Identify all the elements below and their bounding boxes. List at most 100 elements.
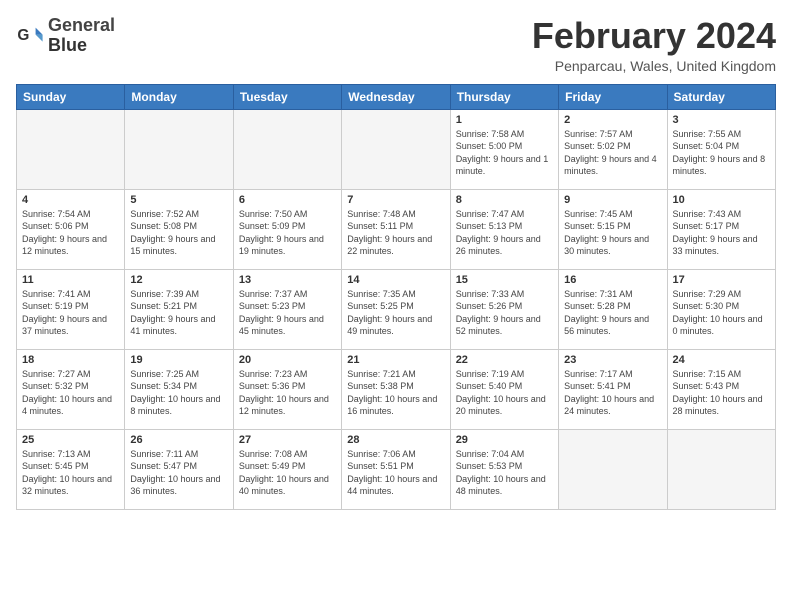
calendar-cell: 20 Sunrise: 7:23 AMSunset: 5:36 PMDayligh… [233, 349, 341, 429]
day-info: Sunrise: 7:23 AMSunset: 5:36 PMDaylight:… [239, 368, 336, 418]
calendar-cell [342, 109, 450, 189]
weekday-header: Saturday [667, 84, 775, 109]
calendar-cell: 22 Sunrise: 7:19 AMSunset: 5:40 PMDayligh… [450, 349, 558, 429]
calendar-cell: 29Sunrise: 7:04 AMSunset: 5:53 PMDayligh… [450, 429, 558, 509]
day-number: 9 [564, 194, 661, 206]
day-info: Sunrise: 7:48 AMSunset: 5:11 PMDaylight:… [347, 208, 444, 258]
calendar-cell: 16 Sunrise: 7:31 AMSunset: 5:28 PMDayligh… [559, 269, 667, 349]
day-number: 11 [22, 274, 119, 286]
day-number: 12 [130, 274, 227, 286]
day-info: Sunrise: 7:54 AMSunset: 5:06 PMDaylight:… [22, 208, 119, 258]
day-info: Sunrise: 7:39 AMSunset: 5:21 PMDaylight:… [130, 288, 227, 338]
weekday-header: Sunday [17, 84, 125, 109]
day-info: Sunrise: 7:35 AMSunset: 5:25 PMDaylight:… [347, 288, 444, 338]
calendar-cell [559, 429, 667, 509]
day-number: 18 [22, 354, 119, 366]
day-number: 19 [130, 354, 227, 366]
calendar-cell: 25Sunrise: 7:13 AMSunset: 5:45 PMDayligh… [17, 429, 125, 509]
calendar-cell: 14 Sunrise: 7:35 AMSunset: 5:25 PMDayligh… [342, 269, 450, 349]
day-number: 29 [456, 434, 553, 446]
day-info: Sunrise: 7:31 AMSunset: 5:28 PMDaylight:… [564, 288, 661, 338]
calendar-table: SundayMondayTuesdayWednesdayThursdayFrid… [16, 84, 776, 510]
day-info: Sunrise: 7:47 AMSunset: 5:13 PMDaylight:… [456, 208, 553, 258]
week-row: 4 Sunrise: 7:54 AMSunset: 5:06 PMDaylight… [17, 189, 776, 269]
day-info: Sunrise: 7:29 AMSunset: 5:30 PMDaylight:… [673, 288, 770, 338]
day-info: Sunrise: 7:17 AMSunset: 5:41 PMDaylight:… [564, 368, 661, 418]
calendar-cell: 17Sunrise: 7:29 AMSunset: 5:30 PMDayligh… [667, 269, 775, 349]
day-number: 4 [22, 194, 119, 206]
calendar-body: 1 Sunrise: 7:58 AMSunset: 5:00 PMDaylight… [17, 109, 776, 509]
calendar-cell: 4 Sunrise: 7:54 AMSunset: 5:06 PMDaylight… [17, 189, 125, 269]
day-info: Sunrise: 7:19 AMSunset: 5:40 PMDaylight:… [456, 368, 553, 418]
week-row: 1 Sunrise: 7:58 AMSunset: 5:00 PMDaylight… [17, 109, 776, 189]
day-info: Sunrise: 7:06 AMSunset: 5:51 PMDaylight:… [347, 448, 444, 498]
day-number: 24 [673, 354, 770, 366]
calendar-cell: 5 Sunrise: 7:52 AMSunset: 5:08 PMDaylight… [125, 189, 233, 269]
week-row: 18 Sunrise: 7:27 AMSunset: 5:32 PMDayligh… [17, 349, 776, 429]
day-info: Sunrise: 7:57 AMSunset: 5:02 PMDaylight:… [564, 128, 661, 178]
calendar-cell [125, 109, 233, 189]
day-number: 21 [347, 354, 444, 366]
calendar-cell: 23 Sunrise: 7:17 AMSunset: 5:41 PMDayligh… [559, 349, 667, 429]
day-info: Sunrise: 7:25 AMSunset: 5:34 PMDaylight:… [130, 368, 227, 418]
logo: G General Blue [16, 16, 115, 56]
calendar-cell: 28Sunrise: 7:06 AMSunset: 5:51 PMDayligh… [342, 429, 450, 509]
day-number: 26 [130, 434, 227, 446]
day-number: 25 [22, 434, 119, 446]
day-number: 1 [456, 114, 553, 126]
logo-line2: Blue [48, 36, 115, 56]
day-number: 3 [673, 114, 770, 126]
calendar-cell: 9Sunrise: 7:45 AMSunset: 5:15 PMDaylight… [559, 189, 667, 269]
day-info: Sunrise: 7:37 AMSunset: 5:23 PMDaylight:… [239, 288, 336, 338]
logo-text: General Blue [48, 16, 115, 56]
day-info: Sunrise: 7:43 AMSunset: 5:17 PMDaylight:… [673, 208, 770, 258]
month-title: February 2024 [532, 16, 776, 56]
day-number: 13 [239, 274, 336, 286]
calendar-cell: 21 Sunrise: 7:21 AMSunset: 5:38 PMDayligh… [342, 349, 450, 429]
calendar-cell: 11Sunrise: 7:41 AMSunset: 5:19 PMDayligh… [17, 269, 125, 349]
day-number: 2 [564, 114, 661, 126]
calendar-cell: 15 Sunrise: 7:33 AMSunset: 5:26 PMDayligh… [450, 269, 558, 349]
calendar-cell [667, 429, 775, 509]
day-info: Sunrise: 7:21 AMSunset: 5:38 PMDaylight:… [347, 368, 444, 418]
calendar-cell: 26 Sunrise: 7:11 AMSunset: 5:47 PMDayligh… [125, 429, 233, 509]
calendar-cell: 13 Sunrise: 7:37 AMSunset: 5:23 PMDayligh… [233, 269, 341, 349]
week-row: 25Sunrise: 7:13 AMSunset: 5:45 PMDayligh… [17, 429, 776, 509]
calendar-cell [17, 109, 125, 189]
day-info: Sunrise: 7:33 AMSunset: 5:26 PMDaylight:… [456, 288, 553, 338]
day-number: 14 [347, 274, 444, 286]
page-header: G General Blue February 2024 Penparcau, … [16, 16, 776, 74]
calendar-cell: 12 Sunrise: 7:39 AMSunset: 5:21 PMDayligh… [125, 269, 233, 349]
day-info: Sunrise: 7:50 AMSunset: 5:09 PMDaylight:… [239, 208, 336, 258]
day-info: Sunrise: 7:15 AMSunset: 5:43 PMDaylight:… [673, 368, 770, 418]
weekday-header: Tuesday [233, 84, 341, 109]
calendar-cell [233, 109, 341, 189]
logo-line1: General [48, 16, 115, 36]
day-number: 23 [564, 354, 661, 366]
location-title: Penparcau, Wales, United Kingdom [532, 58, 776, 74]
day-number: 8 [456, 194, 553, 206]
calendar-header: SundayMondayTuesdayWednesdayThursdayFrid… [17, 84, 776, 109]
svg-text:G: G [17, 27, 29, 44]
day-number: 27 [239, 434, 336, 446]
weekday-row: SundayMondayTuesdayWednesdayThursdayFrid… [17, 84, 776, 109]
day-number: 5 [130, 194, 227, 206]
day-info: Sunrise: 7:27 AMSunset: 5:32 PMDaylight:… [22, 368, 119, 418]
calendar-cell: 8 Sunrise: 7:47 AMSunset: 5:13 PMDaylight… [450, 189, 558, 269]
calendar-cell: 27Sunrise: 7:08 AMSunset: 5:49 PMDayligh… [233, 429, 341, 509]
day-info: Sunrise: 7:58 AMSunset: 5:00 PMDaylight:… [456, 128, 553, 178]
title-block: February 2024 Penparcau, Wales, United K… [532, 16, 776, 74]
calendar-cell: 18 Sunrise: 7:27 AMSunset: 5:32 PMDayligh… [17, 349, 125, 429]
day-info: Sunrise: 7:52 AMSunset: 5:08 PMDaylight:… [130, 208, 227, 258]
day-number: 15 [456, 274, 553, 286]
day-number: 16 [564, 274, 661, 286]
day-number: 20 [239, 354, 336, 366]
day-number: 10 [673, 194, 770, 206]
calendar-cell: 24 Sunrise: 7:15 AMSunset: 5:43 PMDayligh… [667, 349, 775, 429]
logo-icon: G [16, 22, 44, 50]
day-info: Sunrise: 7:55 AMSunset: 5:04 PMDaylight:… [673, 128, 770, 178]
weekday-header: Wednesday [342, 84, 450, 109]
day-number: 22 [456, 354, 553, 366]
calendar-page: G General Blue February 2024 Penparcau, … [0, 0, 792, 612]
day-info: Sunrise: 7:11 AMSunset: 5:47 PMDaylight:… [130, 448, 227, 498]
